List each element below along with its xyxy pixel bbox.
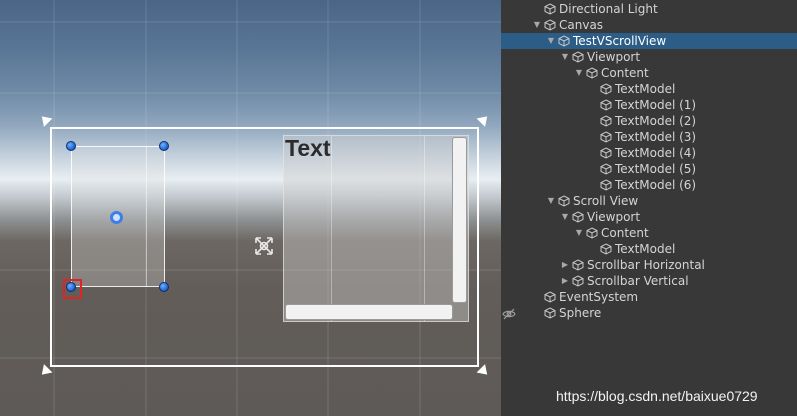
hierarchy-item-label: TextModel bbox=[615, 242, 676, 256]
eye-hidden-icon[interactable] bbox=[502, 305, 516, 320]
expand-arrow-down-icon[interactable]: ▼ bbox=[574, 65, 584, 81]
hierarchy-item[interactable]: ▶ Scrollbar Vertical bbox=[501, 273, 797, 289]
hierarchy-item-label: Sphere bbox=[559, 306, 602, 320]
cube-icon bbox=[544, 291, 556, 303]
expand-arrow-down-icon[interactable]: ▼ bbox=[546, 193, 556, 209]
expand-arrow-down-icon[interactable]: ▼ bbox=[574, 225, 584, 241]
rect-handle-bottom-right[interactable] bbox=[159, 282, 169, 292]
hierarchy-item[interactable]: TextModel (1) bbox=[501, 97, 797, 113]
pivot-handle[interactable] bbox=[110, 211, 123, 224]
hierarchy-item[interactable]: TextModel (2) bbox=[501, 113, 797, 129]
expand-arrow-down-icon[interactable]: ▼ bbox=[532, 17, 542, 33]
hierarchy-item[interactable]: ▼ TestVScrollView bbox=[501, 33, 797, 49]
cube-icon bbox=[600, 243, 612, 255]
cube-icon bbox=[572, 275, 584, 287]
rect-handle-top-right[interactable] bbox=[159, 141, 169, 151]
hierarchy-item-label: TextModel (2) bbox=[615, 114, 697, 128]
cube-icon bbox=[600, 83, 612, 95]
hierarchy-item-label: Scrollbar Vertical bbox=[587, 274, 689, 288]
expand-arrow-right-icon[interactable]: ▶ bbox=[560, 257, 570, 273]
scene-view[interactable]: Text bbox=[0, 0, 501, 416]
hierarchy-item-label: TextModel (6) bbox=[615, 178, 697, 192]
rect-guide-line bbox=[146, 146, 147, 287]
cube-icon bbox=[600, 147, 612, 159]
hierarchy-item-label: TextModel (4) bbox=[615, 146, 697, 160]
hierarchy-item-label: TextModel (5) bbox=[615, 162, 697, 176]
hierarchy-item[interactable]: ▼ Viewport bbox=[501, 49, 797, 65]
cube-icon bbox=[600, 99, 612, 111]
scene-text-label: Text bbox=[285, 135, 331, 161]
hierarchy-item-label: Scrollbar Horizontal bbox=[587, 258, 705, 272]
panel-guide-line bbox=[424, 136, 425, 321]
hierarchy-item-label: Content bbox=[601, 66, 649, 80]
scroll-view-rect[interactable] bbox=[283, 135, 469, 322]
hierarchy-item-label: Scroll View bbox=[573, 194, 639, 208]
cube-icon bbox=[586, 67, 598, 79]
hierarchy-item-label: EventSystem bbox=[559, 290, 639, 304]
rect-handle-top-left[interactable] bbox=[66, 141, 76, 151]
hierarchy-item[interactable]: ▶ Scrollbar Horizontal bbox=[501, 257, 797, 273]
expand-arrow-down-icon[interactable]: ▼ bbox=[560, 209, 570, 225]
move-tool-icon[interactable] bbox=[252, 234, 276, 258]
hierarchy-item[interactable]: TextModel bbox=[501, 81, 797, 97]
panel-guide-line bbox=[331, 136, 332, 321]
cube-icon bbox=[572, 259, 584, 271]
expand-arrow-down-icon[interactable]: ▼ bbox=[560, 49, 570, 65]
cube-icon bbox=[586, 227, 598, 239]
vertical-scrollbar[interactable] bbox=[452, 137, 467, 303]
cube-icon bbox=[544, 3, 556, 15]
horizontal-scrollbar[interactable] bbox=[285, 304, 453, 320]
hierarchy-item[interactable]: ▼ Scroll View bbox=[501, 193, 797, 209]
cube-icon bbox=[600, 115, 612, 127]
hierarchy-panel: Directional Light ▼ Canvas ▼ TestVScrollView… bbox=[501, 0, 797, 416]
cube-icon bbox=[600, 179, 612, 191]
cube-icon bbox=[600, 131, 612, 143]
hierarchy-item[interactable]: ▼ Canvas bbox=[501, 17, 797, 33]
hierarchy-item-label: Content bbox=[601, 226, 649, 240]
cube-icon bbox=[558, 35, 570, 47]
cube-icon bbox=[572, 51, 584, 63]
hierarchy-item[interactable]: TextModel (5) bbox=[501, 161, 797, 177]
hierarchy-item[interactable]: TextModel (4) bbox=[501, 145, 797, 161]
hierarchy-item-label: TextModel (1) bbox=[615, 98, 697, 112]
cube-icon bbox=[544, 307, 556, 319]
hierarchy-item[interactable]: ▼ Content bbox=[501, 65, 797, 81]
watermark-text: https://blog.csdn.net/baixue0729 bbox=[556, 388, 758, 404]
hierarchy-item[interactable]: Directional Light bbox=[501, 1, 797, 17]
hierarchy-item[interactable]: TextModel (3) bbox=[501, 129, 797, 145]
hierarchy-item-label: Directional Light bbox=[559, 2, 658, 16]
hierarchy-item-label: Viewport bbox=[587, 210, 641, 224]
cube-icon bbox=[558, 195, 570, 207]
hierarchy-item-label: TestVScrollView bbox=[573, 34, 667, 48]
cube-icon bbox=[600, 163, 612, 175]
hierarchy-item[interactable]: Sphere bbox=[501, 305, 797, 321]
expand-arrow-down-icon[interactable]: ▼ bbox=[546, 33, 556, 49]
hierarchy-item[interactable]: TextModel bbox=[501, 241, 797, 257]
hierarchy-item-label: TextModel bbox=[615, 82, 676, 96]
hierarchy-item[interactable]: ▼ Content bbox=[501, 225, 797, 241]
hierarchy-item[interactable]: EventSystem bbox=[501, 289, 797, 305]
expand-arrow-right-icon[interactable]: ▶ bbox=[560, 273, 570, 289]
hierarchy-item[interactable]: ▼ Viewport bbox=[501, 209, 797, 225]
highlight-box bbox=[63, 279, 82, 299]
hierarchy-item-label: Canvas bbox=[559, 18, 604, 32]
hierarchy-item-label: Viewport bbox=[587, 50, 641, 64]
hierarchy-item-label: TextModel (3) bbox=[615, 130, 697, 144]
cube-icon bbox=[572, 211, 584, 223]
cube-icon bbox=[544, 19, 556, 31]
hierarchy-item[interactable]: TextModel (6) bbox=[501, 177, 797, 193]
